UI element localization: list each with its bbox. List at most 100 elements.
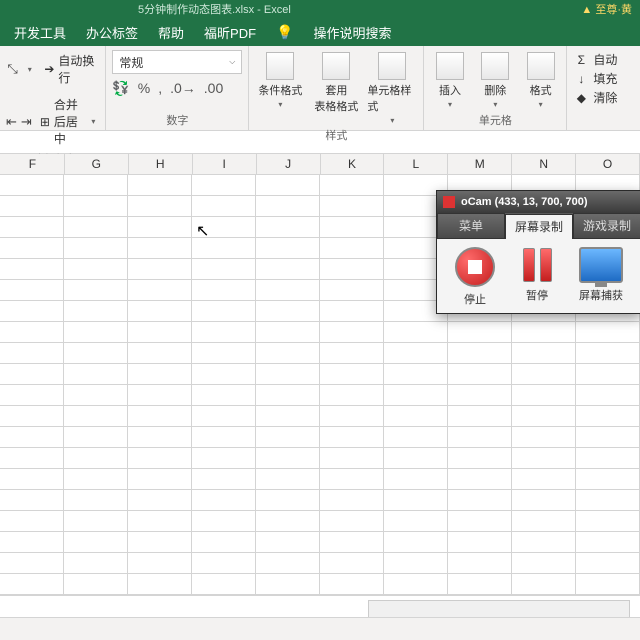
col-header[interactable]: M	[448, 154, 512, 174]
cell[interactable]	[0, 469, 64, 489]
cell[interactable]	[448, 574, 512, 594]
cell[interactable]	[0, 238, 64, 258]
cell-styles-button[interactable]: 单元格样式▾	[367, 52, 417, 125]
delete-button[interactable]: 删除▾	[476, 52, 515, 109]
cell[interactable]	[192, 280, 256, 300]
cell[interactable]	[448, 385, 512, 405]
cell[interactable]	[192, 511, 256, 531]
cell[interactable]	[384, 427, 448, 447]
increase-indent-icon[interactable]: ⇥	[21, 114, 32, 130]
cell[interactable]	[192, 574, 256, 594]
cell[interactable]	[256, 301, 320, 321]
cell[interactable]	[256, 448, 320, 468]
cell[interactable]	[128, 427, 192, 447]
cell[interactable]	[128, 490, 192, 510]
cell[interactable]	[128, 301, 192, 321]
cell[interactable]	[512, 322, 576, 342]
cell[interactable]	[384, 511, 448, 531]
cell[interactable]	[128, 322, 192, 342]
cell[interactable]	[256, 385, 320, 405]
cell[interactable]	[64, 301, 128, 321]
cell[interactable]	[256, 343, 320, 363]
cell[interactable]	[192, 469, 256, 489]
cell[interactable]	[320, 217, 384, 237]
cell[interactable]	[384, 532, 448, 552]
horizontal-scrollbar[interactable]	[368, 600, 630, 618]
cell[interactable]	[0, 259, 64, 279]
cell[interactable]	[320, 364, 384, 384]
cell[interactable]	[64, 196, 128, 216]
cell[interactable]	[384, 385, 448, 405]
cell[interactable]	[256, 574, 320, 594]
cell[interactable]	[384, 469, 448, 489]
cell[interactable]	[0, 364, 64, 384]
cell[interactable]	[320, 301, 384, 321]
cell[interactable]	[64, 427, 128, 447]
cell[interactable]	[320, 574, 384, 594]
cell[interactable]	[128, 511, 192, 531]
cell[interactable]	[64, 406, 128, 426]
ocam-titlebar[interactable]: oCam (433, 13, 700, 700)	[437, 191, 640, 213]
cell[interactable]	[128, 406, 192, 426]
cell[interactable]	[192, 196, 256, 216]
cell[interactable]	[192, 238, 256, 258]
cell[interactable]	[576, 490, 640, 510]
orientation-icon[interactable]: ⤡	[6, 61, 19, 77]
cell[interactable]	[192, 217, 256, 237]
cell[interactable]	[192, 322, 256, 342]
cell[interactable]	[0, 427, 64, 447]
cell[interactable]	[320, 322, 384, 342]
cell[interactable]	[320, 469, 384, 489]
cell[interactable]	[448, 490, 512, 510]
cell[interactable]	[576, 469, 640, 489]
cell[interactable]	[0, 280, 64, 300]
col-header[interactable]: N	[512, 154, 576, 174]
cell[interactable]	[384, 553, 448, 573]
fill-button[interactable]: ↓填充	[573, 69, 634, 88]
cell[interactable]	[0, 553, 64, 573]
col-header[interactable]: J	[257, 154, 321, 174]
cell[interactable]	[128, 217, 192, 237]
col-header[interactable]: K	[321, 154, 385, 174]
cell[interactable]	[64, 385, 128, 405]
cell[interactable]	[320, 175, 384, 195]
ocam-tab-screen-record[interactable]: 屏幕录制	[505, 214, 573, 239]
dropdown-icon[interactable]: ▾	[23, 61, 36, 77]
cell[interactable]	[320, 343, 384, 363]
cell[interactable]	[64, 259, 128, 279]
cell[interactable]	[256, 259, 320, 279]
cell[interactable]	[192, 532, 256, 552]
cell[interactable]	[192, 343, 256, 363]
cell[interactable]	[128, 364, 192, 384]
autosum-button[interactable]: Σ自动	[573, 50, 634, 69]
cell[interactable]	[0, 385, 64, 405]
cell[interactable]	[192, 385, 256, 405]
cell[interactable]	[576, 448, 640, 468]
cell[interactable]	[0, 217, 64, 237]
col-header[interactable]: H	[129, 154, 193, 174]
col-header[interactable]: F	[1, 154, 65, 174]
comma-icon[interactable]: ,	[158, 80, 162, 97]
cell[interactable]	[128, 553, 192, 573]
cell[interactable]	[512, 532, 576, 552]
cell[interactable]	[384, 490, 448, 510]
cell[interactable]	[256, 511, 320, 531]
cell[interactable]	[128, 175, 192, 195]
wrap-text-button[interactable]: ➔自动换行	[40, 50, 99, 88]
cell[interactable]	[256, 175, 320, 195]
cell[interactable]	[512, 553, 576, 573]
cell[interactable]	[448, 322, 512, 342]
cell[interactable]	[512, 385, 576, 405]
conditional-format-button[interactable]: 条件格式▾	[255, 52, 305, 125]
cell[interactable]	[448, 364, 512, 384]
tab-foxit[interactable]: 福昕PDF	[204, 23, 256, 42]
cell[interactable]	[256, 322, 320, 342]
ocam-tab-menu[interactable]: 菜单	[437, 213, 505, 239]
cell[interactable]	[0, 532, 64, 552]
cell[interactable]	[192, 448, 256, 468]
cell[interactable]	[320, 406, 384, 426]
cell[interactable]	[256, 553, 320, 573]
stop-button[interactable]: 停止	[455, 247, 495, 307]
cell[interactable]	[128, 532, 192, 552]
cell[interactable]	[128, 238, 192, 258]
